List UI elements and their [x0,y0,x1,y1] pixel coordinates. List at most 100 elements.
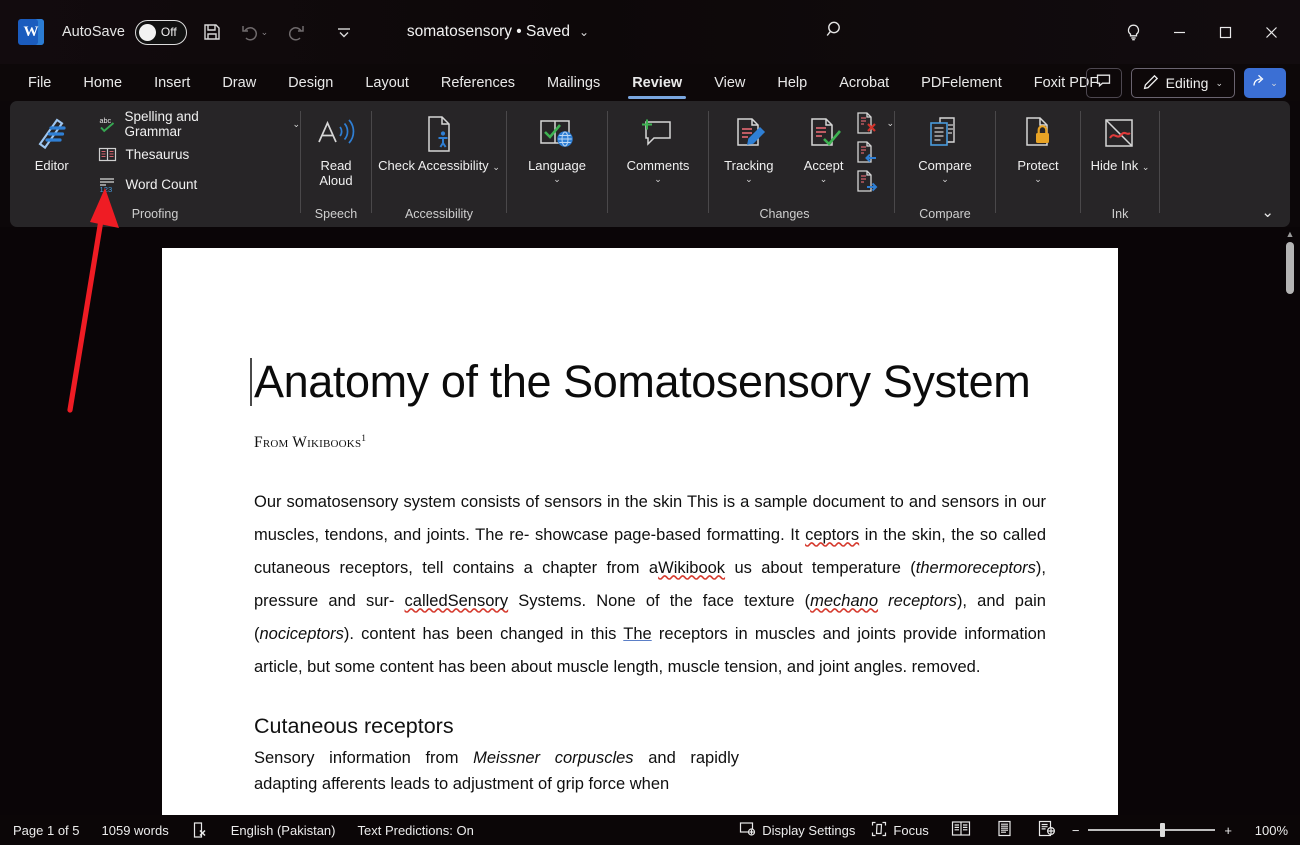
autosave-toggle[interactable]: Off [134,19,187,45]
protect-dropdown-caret[interactable]: ⌄ [1034,174,1042,184]
check-accessibility-button[interactable]: Check Accessibility ⌄ [376,107,502,174]
language-indicator[interactable]: English (Pakistan) [231,823,336,838]
status-bar: Page 1 of 5 1059 words English (Pakistan… [0,815,1300,845]
zoom-slider-knob[interactable] [1160,823,1166,837]
para2-seg-italic: Meissner corpuscles [473,749,634,768]
spelling-and-grammar-button[interactable]: abc Spelling and Grammar ⌄ [94,109,300,139]
previous-change-button[interactable] [856,137,894,166]
text-predictions-indicator[interactable]: Text Predictions: On [358,823,474,838]
zoom-in-button[interactable]: + [1224,823,1232,838]
reject-dropdown-caret[interactable]: ⌄ [886,118,894,128]
share-chevron-down-icon[interactable]: ⌄ [1270,78,1278,88]
tab-pdfelement[interactable]: PDFelement [919,72,1004,94]
document-scrollbar[interactable]: ▲ [1283,228,1297,814]
tab-acrobat[interactable]: Acrobat [837,72,891,94]
scroll-up-arrow-icon[interactable]: ▲ [1283,228,1297,240]
window-controls [1110,0,1300,64]
web-layout-icon[interactable] [1038,820,1056,840]
search-box[interactable] [655,12,1015,52]
word-count-indicator[interactable]: 1059 words [102,823,169,838]
compare-button[interactable]: Compare ⌄ [897,107,993,184]
page-indicator[interactable]: Page 1 of 5 [13,823,80,838]
focus-icon [871,821,887,840]
proofing-errors-icon[interactable] [191,821,209,839]
tab-file[interactable]: File [26,72,53,94]
word-window: W AutoSave Off ⌄ somatosensory • Saved ⌄… [0,0,1300,845]
new-comment-icon [638,111,678,157]
hide-ink-button[interactable]: Hide Ink ⌄ [1083,107,1157,174]
compare-label: Compare [918,158,972,173]
display-settings-button[interactable]: Display Settings [739,821,855,840]
next-change-button[interactable] [856,166,894,195]
document-title-caret[interactable]: ⌄ [579,25,589,39]
tab-layout[interactable]: Layout [363,72,411,94]
zoom-out-button[interactable]: − [1072,823,1080,838]
document-canvas[interactable]: Anatomy of the Somatosensory System From… [0,227,1300,815]
tab-mailings[interactable]: Mailings [545,72,602,94]
chevron-down-icon[interactable]: ⌄ [1215,78,1223,88]
quick-access-more-icon[interactable] [327,15,361,49]
accept-button[interactable]: Accept ⌄ [793,107,855,184]
tracking-dropdown-caret[interactable]: ⌄ [745,174,753,184]
language-dropdown-caret[interactable]: ⌄ [553,174,561,184]
tab-home[interactable]: Home [81,72,124,94]
accessibility-group-body: Check Accessibility ⌄ [372,101,506,207]
comments-group-body: Comments ⌄ [608,101,708,221]
proofing-group-body: Editor abc Spelling and Grammar ⌄ Thesau… [10,101,300,207]
zoom-slider-track[interactable] [1088,823,1216,837]
tab-references[interactable]: References [439,72,517,94]
read-aloud-button[interactable]: Read Aloud [303,107,369,188]
tab-design[interactable]: Design [286,72,335,94]
tab-view[interactable]: View [712,72,747,94]
document-title[interactable]: somatosensory • Saved [407,23,570,41]
share-icon [1252,73,1267,93]
print-layout-icon[interactable] [997,820,1012,840]
editor-pen-icon [31,111,73,157]
ink-dropdown-caret[interactable]: ⌄ [1142,162,1150,172]
maximize-button[interactable] [1202,11,1248,53]
comments-dropdown-caret[interactable]: ⌄ [654,174,662,184]
save-icon[interactable] [195,15,229,49]
ribbon: Editor abc Spelling and Grammar ⌄ Thesau… [10,101,1290,227]
language-button[interactable]: Language ⌄ [509,107,605,184]
read-mode-icon[interactable] [951,820,971,840]
zoom-level-label[interactable]: 100% [1248,823,1288,838]
accept-change-icon [805,111,843,157]
ink-group-label: Ink [1111,207,1129,221]
minimize-button[interactable] [1156,11,1202,53]
tab-review[interactable]: Review [628,72,687,99]
changes-group-label: Changes [759,207,810,221]
undo-icon[interactable]: ⌄ [237,15,271,49]
protect-button[interactable]: Protect ⌄ [998,107,1078,184]
para-seg-italic: thermoreceptors [915,559,1036,578]
document-page[interactable]: Anatomy of the Somatosensory System From… [162,248,1118,815]
read-aloud-label: Read Aloud [319,158,353,188]
accessibility-dropdown-caret[interactable]: ⌄ [492,162,500,172]
editing-mode-button[interactable]: Editing ⌄ [1130,68,1235,98]
redo-icon[interactable] [279,15,313,49]
accept-dropdown-caret[interactable]: ⌄ [820,174,828,184]
editor-button[interactable]: Editor [20,107,84,174]
thesaurus-button[interactable]: Thesaurus [94,139,301,169]
word-count-button[interactable]: 123 Word Count [94,169,301,199]
compare-dropdown-caret[interactable]: ⌄ [941,174,949,184]
lightbulb-icon[interactable] [1110,11,1156,53]
tab-draw[interactable]: Draw [220,72,258,94]
scrollbar-thumb[interactable] [1286,242,1294,294]
language-label: Language [528,158,586,173]
autosave-label: AutoSave [62,24,125,40]
reject-change-button[interactable]: ⌄ [856,108,894,137]
collapse-ribbon-button[interactable]: ⌄ [1261,203,1274,221]
tracking-button[interactable]: Tracking ⌄ [709,107,789,184]
undo-dropdown-caret[interactable]: ⌄ [261,27,269,38]
close-button[interactable] [1248,11,1294,53]
tab-insert[interactable]: Insert [152,72,192,94]
tab-help[interactable]: Help [775,72,809,94]
comments-button[interactable] [1085,68,1122,98]
new-comment-button[interactable]: Comments ⌄ [610,107,706,184]
ribbon-group-protect: Protect ⌄ [996,101,1080,227]
zoom-control[interactable]: − + [1072,823,1232,838]
spelling-dropdown-caret[interactable]: ⌄ [292,119,300,129]
focus-button[interactable]: Focus [871,821,929,840]
share-button[interactable]: ⌄ [1244,68,1286,98]
